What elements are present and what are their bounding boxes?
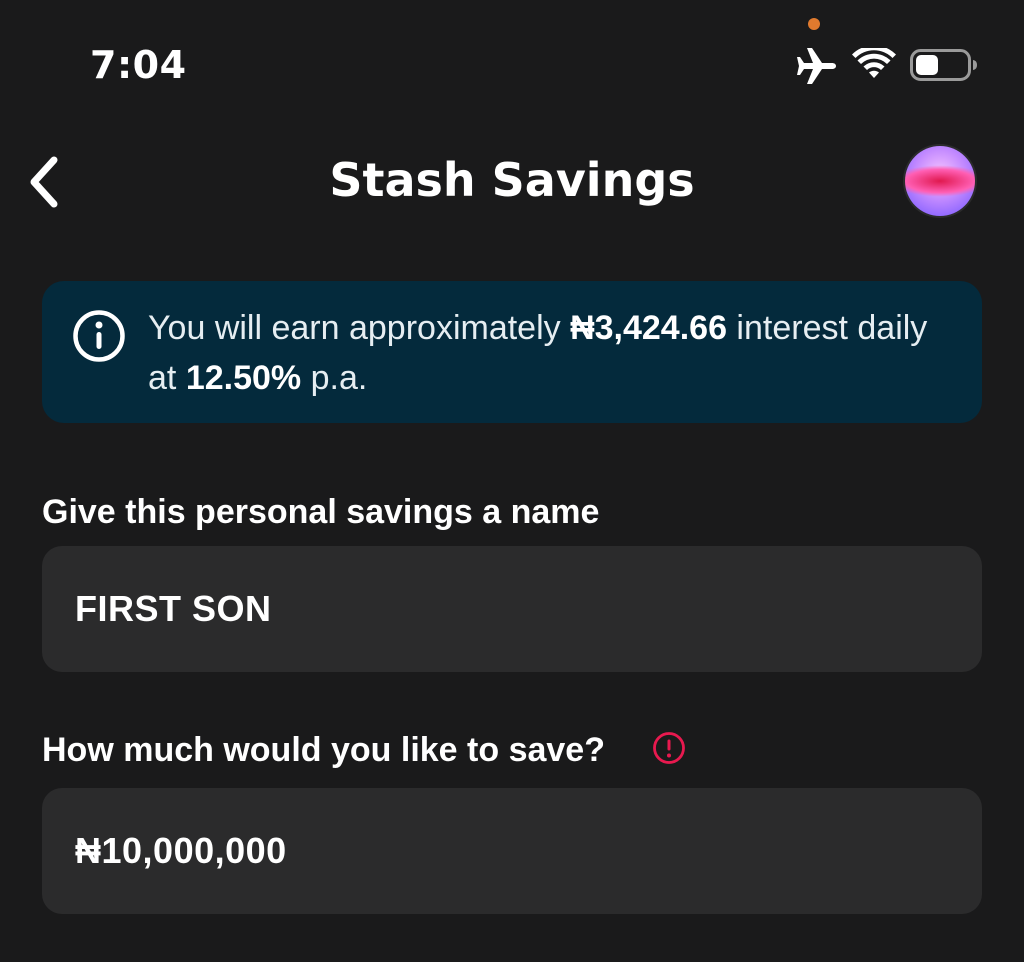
savings-amount-label: How much would you like to save?: [42, 731, 605, 769]
battery-icon: [910, 49, 977, 81]
avatar[interactable]: [905, 146, 975, 216]
daily-interest-amount: ₦3,424.66: [570, 309, 727, 347]
savings-amount-input[interactable]: ₦10,000,000: [42, 788, 982, 914]
airplane-icon: [797, 48, 836, 84]
interest-info-banner: You will earn approximately ₦3,424.66 in…: [42, 281, 982, 423]
wifi-icon: [852, 48, 896, 78]
page-title: Stash Savings: [329, 153, 695, 207]
savings-amount-value: ₦10,000,000: [75, 830, 287, 871]
savings-name-value: FIRST SON: [75, 588, 272, 629]
status-time: 7:04: [90, 43, 187, 87]
interest-rate: 12.50%: [185, 359, 302, 397]
savings-name-label: Give this personal savings a name: [42, 493, 600, 531]
status-bar: 7:04: [0, 0, 1024, 110]
savings-name-input[interactable]: FIRST SON: [42, 546, 982, 672]
info-text-end: p.a.: [301, 359, 368, 397]
info-text-start: You will earn approximately: [148, 309, 571, 347]
interest-info-text: You will earn approximately ₦3,424.66 in…: [148, 303, 958, 403]
privacy-indicator-dot: [808, 18, 820, 30]
info-icon: [73, 310, 125, 362]
alert-circle-icon[interactable]: [652, 731, 686, 765]
